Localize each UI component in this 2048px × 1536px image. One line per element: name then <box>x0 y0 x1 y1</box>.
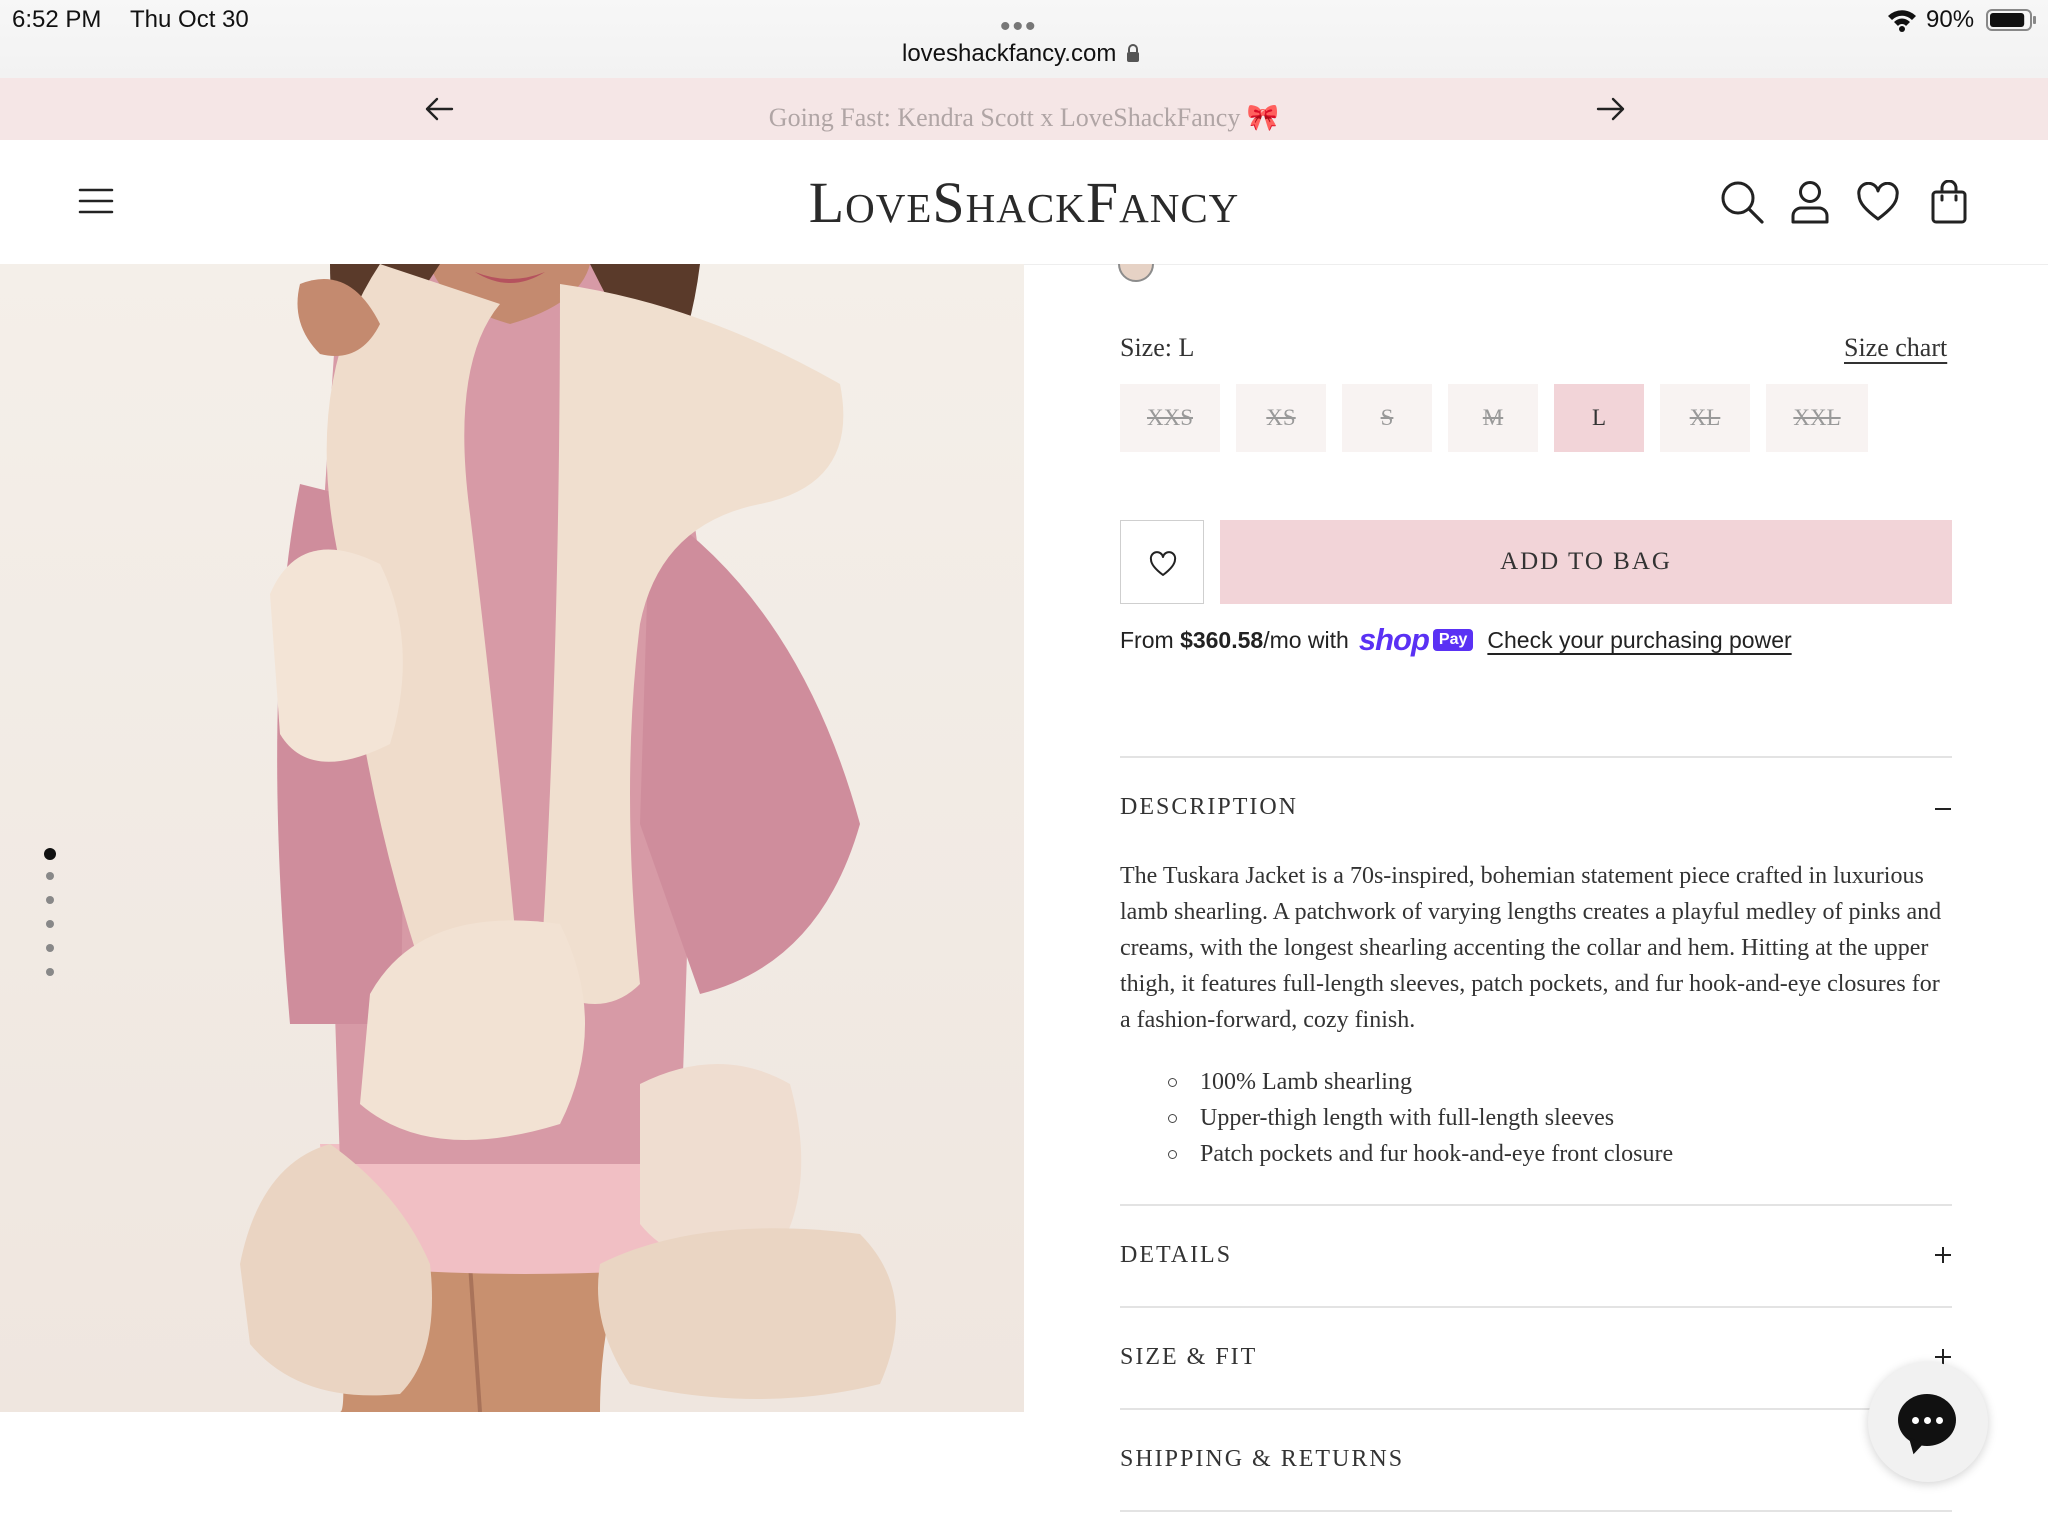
status-date: Thu Oct 30 <box>130 6 249 33</box>
wishlist-heart-icon[interactable] <box>1856 182 1900 222</box>
divider <box>1120 1204 1952 1206</box>
account-icon[interactable] <box>1790 180 1830 224</box>
accordion-size-fit-title[interactable]: SIZE & FIT <box>1120 1344 1257 1371</box>
status-time: 6:52 PM <box>12 6 102 33</box>
check-purchasing-power-link[interactable]: Check your purchasing power <box>1487 627 1791 654</box>
size-option-s[interactable]: S <box>1342 384 1432 452</box>
divider <box>1120 1306 1952 1308</box>
chat-bubble-icon <box>1898 1394 1956 1446</box>
search-icon[interactable] <box>1720 180 1764 224</box>
heart-icon <box>1149 551 1177 576</box>
shop-pay-logo: shop <box>1358 622 1430 657</box>
jacket-illustration <box>240 264 896 1412</box>
promo-banner: Going Fast: Kendra Scott x LoveShackFanc… <box>0 78 2048 140</box>
divider <box>1120 756 1952 758</box>
plus-icon[interactable] <box>1934 1246 1952 1264</box>
size-option-xxs[interactable]: XXS <box>1120 384 1220 452</box>
battery-icon <box>1986 9 2036 31</box>
wifi-icon <box>1888 10 1916 32</box>
status-bar: 6:52 PM Thu Oct 30 ••• loveshackfancy.co… <box>0 0 2048 78</box>
gallery-dot[interactable] <box>44 848 56 860</box>
shop-pay-amount: $360.58 <box>1180 626 1264 653</box>
shop-pay-prefix: From <box>1120 626 1181 653</box>
shopping-bag-icon[interactable] <box>1930 180 1968 224</box>
product-image[interactable] <box>0 264 1024 1412</box>
multitask-dots[interactable]: ••• <box>1000 10 1038 44</box>
chat-support-button[interactable] <box>1868 1362 1988 1482</box>
size-option-m[interactable]: M <box>1448 384 1538 452</box>
add-to-bag-button[interactable]: ADD TO BAG <box>1220 520 1952 604</box>
address-bar-url[interactable]: loveshackfancy.com <box>902 40 1116 68</box>
accordion-details-title[interactable]: DETAILS <box>1120 1242 1232 1269</box>
gallery-dot[interactable] <box>46 896 54 904</box>
promo-message[interactable]: Going Fast: Kendra Scott x LoveShackFanc… <box>0 102 2048 134</box>
add-to-wishlist-button[interactable] <box>1120 520 1204 604</box>
gallery-dot[interactable] <box>46 872 54 880</box>
battery-percent: 90% <box>1926 6 1975 33</box>
description-bullets: 100% Lamb shearling Upper-thigh length w… <box>1120 1064 1940 1172</box>
size-option-l[interactable]: L <box>1554 384 1644 452</box>
accordion-description-title[interactable]: DESCRIPTION <box>1120 794 1298 821</box>
gallery-dot[interactable] <box>46 920 54 928</box>
list-item: Patch pockets and fur hook-and-eye front… <box>1120 1136 1940 1172</box>
shop-pay-installments: From $360.58 /mo with shop Pay Check you… <box>1120 622 1792 658</box>
size-option-xxl[interactable]: XXL <box>1766 384 1868 452</box>
arrow-right-icon[interactable] <box>1596 96 1626 122</box>
size-chart-link[interactable]: Size chart <box>1844 333 1947 363</box>
gallery-dot[interactable] <box>46 944 54 952</box>
divider <box>1120 1510 1952 1512</box>
accordion-shipping-returns-title[interactable]: SHIPPING & RETURNS <box>1120 1446 1404 1473</box>
promo-text: Going Fast: Kendra Scott x LoveShackFanc… <box>768 103 1241 132</box>
shop-pay-badge: Pay <box>1432 629 1474 651</box>
list-item: Upper-thigh length with full-length slee… <box>1120 1100 1940 1136</box>
size-label: Size: L <box>1120 333 1195 362</box>
size-option-xl[interactable]: XL <box>1660 384 1750 452</box>
lock-icon <box>1127 44 1139 62</box>
divider <box>1120 1408 1952 1410</box>
list-item: 100% Lamb shearling <box>1120 1064 1940 1100</box>
description-text: The Tuskara Jacket is a 70s-inspired, bo… <box>1120 863 1942 1033</box>
minus-icon[interactable] <box>1934 800 1952 818</box>
bow-emoji: 🎀 <box>1246 103 1280 132</box>
gallery-dot[interactable] <box>46 968 54 976</box>
size-option-xs[interactable]: XS <box>1236 384 1326 452</box>
shop-pay-suffix: /mo with <box>1263 626 1349 653</box>
